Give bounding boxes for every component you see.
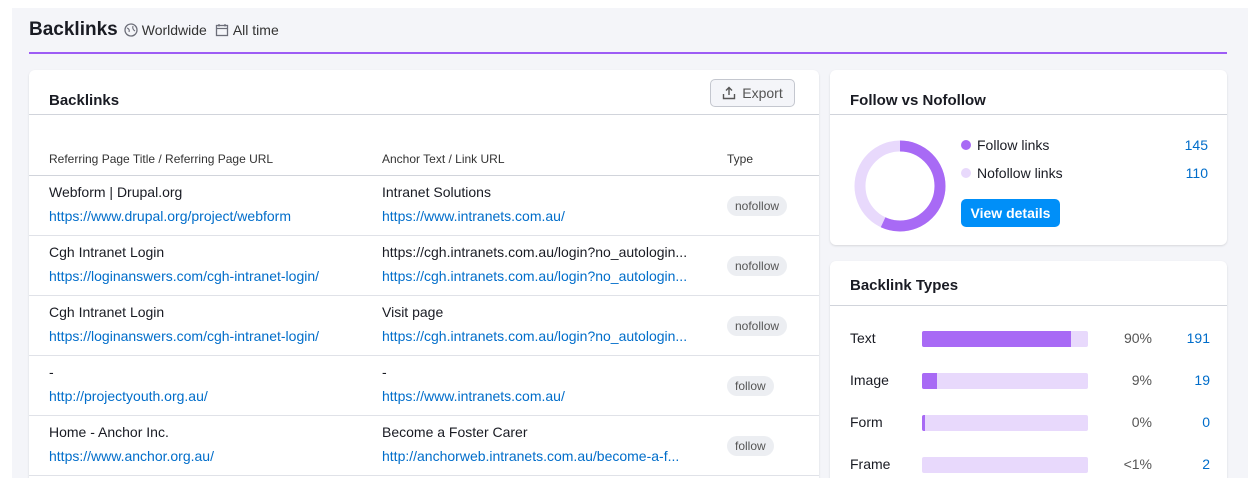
referring-page-title: Cgh Intranet Login (49, 244, 165, 260)
nofollow-count[interactable]: 110 (1158, 165, 1208, 181)
referring-page-title: Webform | Drupal.org (49, 184, 183, 200)
follow-donut-chart (854, 140, 946, 232)
link-type-badge: nofollow (727, 196, 788, 216)
table-row: Cgh Intranet Login https://loginanswers.c… (29, 236, 819, 296)
link-url[interactable]: https://www.intranets.com.au/ (382, 388, 712, 404)
report-area: Backlinks Worldwide All time Backlinks E… (12, 8, 1248, 478)
nofollow-legend-label: Nofollow links (977, 165, 1063, 181)
backlinks-card-title: Backlinks (49, 92, 120, 109)
anchor-text: Become a Foster Carer (382, 424, 528, 440)
nofollow-legend: Nofollow links (961, 165, 1063, 181)
link-url[interactable]: http://anchorweb.intranets.com.au/become… (382, 448, 712, 464)
export-button[interactable]: Export (710, 79, 795, 107)
link-type-badge: nofollow (727, 316, 788, 336)
anchor-text: https://cgh.intranets.com.au/login?no_au… (382, 244, 688, 260)
referring-page-title: - (49, 364, 54, 380)
type-percent: 0% (1131, 414, 1152, 430)
anchor-text: - (382, 364, 387, 380)
anchor-text: Intranet Solutions (382, 184, 491, 200)
follow-card-title: Follow vs Nofollow (850, 92, 986, 109)
type-bar-fill (922, 331, 1072, 347)
type-label: Frame (850, 456, 891, 472)
referring-page-url[interactable]: http://projectyouth.org.au/ (49, 388, 359, 404)
referring-page-url[interactable]: https://www.drupal.org/project/webform (49, 208, 359, 224)
region-label: Worldwide (141, 22, 207, 38)
types-card-divider (830, 305, 1227, 306)
referring-page-url[interactable]: https://loginanswers.com/cgh-intranet-lo… (49, 328, 359, 344)
type-count[interactable]: 2 (1160, 456, 1210, 472)
link-url[interactable]: https://www.intranets.com.au/ (382, 208, 712, 224)
card-header-divider (29, 114, 819, 115)
follow-legend-label: Follow links (977, 137, 1050, 153)
link-url[interactable]: https://cgh.intranets.com.au/login?no_au… (382, 268, 712, 284)
column-header-referring-page[interactable]: Referring Page Title / Referring Page UR… (49, 152, 273, 166)
follow-nofollow-card: Follow vs Nofollow Follow links 145 Nofo… (830, 70, 1227, 245)
type-label: Form (850, 414, 883, 430)
type-bar (922, 457, 1088, 473)
type-percent: 90% (1123, 330, 1152, 346)
type-bar-fill (922, 373, 937, 389)
type-percent: 9% (1131, 372, 1152, 388)
type-count[interactable]: 0 (1160, 414, 1210, 430)
follow-legend: Follow links (961, 137, 1049, 153)
link-type-badge: follow (727, 436, 774, 456)
anchor-text: Visit page (382, 304, 444, 320)
table-row: - http://projectyouth.org.au/ - https://www… (29, 356, 819, 416)
referring-page-title: Cgh Intranet Login (49, 304, 165, 320)
types-card-title: Backlink Types (850, 277, 959, 294)
referring-page-url[interactable]: https://www.anchor.org.au/ (49, 448, 359, 464)
column-header-anchor[interactable]: Anchor Text / Link URL (382, 152, 505, 166)
link-type-badge: follow (727, 376, 774, 396)
type-bar (922, 415, 1088, 431)
region-filter[interactable]: Worldwide (124, 22, 207, 38)
type-label: Text (850, 330, 876, 346)
header-divider (29, 52, 1227, 54)
view-details-button[interactable]: View details (961, 199, 1060, 227)
table-row: Cgh Intranet Login https://loginanswers.c… (29, 296, 819, 356)
column-header-type[interactable]: Type (727, 152, 753, 166)
follow-count[interactable]: 145 (1158, 137, 1208, 153)
period-label: All time (232, 22, 279, 38)
globe-icon (124, 23, 138, 37)
type-count[interactable]: 19 (1160, 372, 1210, 388)
page-title: Backlinks (29, 19, 118, 40)
page-header: Backlinks Worldwide All time (29, 18, 287, 42)
table-row: Home - Anchor Inc. https://www.anchor.org… (29, 416, 819, 476)
type-bar (922, 331, 1088, 347)
backlink-types-card: Backlink Types Text 90% 191 Image 9% 19 Form 0%… (830, 261, 1227, 478)
backlinks-card: Backlinks Export Referring Page Title / … (29, 70, 819, 478)
type-bar-fill (922, 415, 926, 431)
period-filter[interactable]: All time (215, 22, 279, 38)
export-icon (723, 86, 736, 100)
type-label: Image (850, 372, 889, 388)
link-type-badge: nofollow (727, 256, 788, 276)
calendar-icon (215, 24, 228, 37)
follow-card-divider (830, 114, 1227, 115)
type-percent: <1% (1123, 456, 1152, 472)
type-bar (922, 373, 1088, 389)
export-label: Export (742, 85, 783, 101)
referring-page-url[interactable]: https://loginanswers.com/cgh-intranet-lo… (49, 268, 359, 284)
referring-page-title: Home - Anchor Inc. (49, 424, 169, 440)
table-row: Webform | Drupal.org https://www.drupal.o… (29, 176, 819, 236)
link-url[interactable]: https://cgh.intranets.com.au/login?no_au… (382, 328, 712, 344)
follow-dot (961, 140, 971, 150)
type-count[interactable]: 191 (1160, 330, 1210, 346)
nofollow-dot (961, 168, 971, 178)
